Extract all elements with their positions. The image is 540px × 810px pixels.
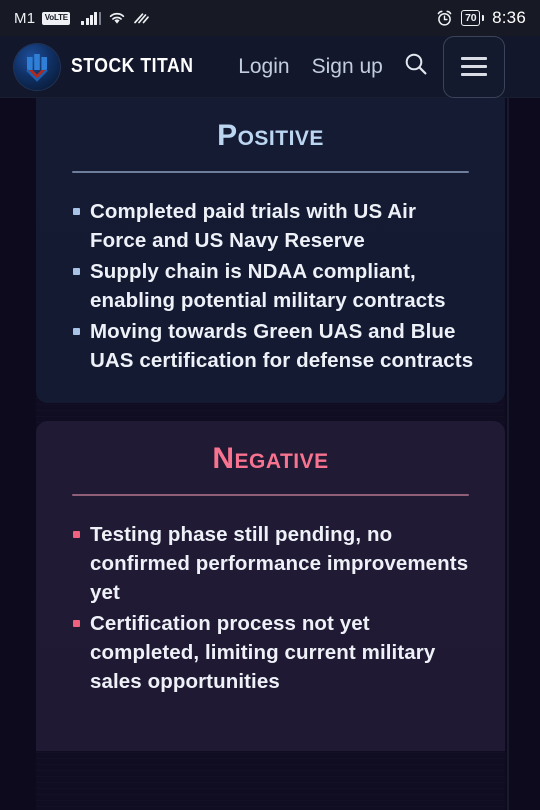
positive-points-list: Completed paid trials with US Air Force …	[64, 197, 477, 376]
brand-home-link[interactable]: STOCK TITAN	[14, 43, 210, 90]
list-item: Testing phase still pending, no confirme…	[64, 520, 477, 607]
wifi-icon	[108, 11, 126, 25]
brand-name-label: STOCK TITAN	[71, 55, 194, 77]
search-button[interactable]	[399, 50, 433, 84]
battery-level-label: 70	[461, 10, 481, 26]
hamburger-menu-icon	[460, 57, 487, 60]
page-viewport: Positive Completed paid trials with US A…	[0, 98, 540, 810]
negative-section-title: Negative	[212, 442, 329, 476]
app-header: STOCK TITAN Login Sign up	[0, 35, 540, 98]
content-column: Positive Completed paid trials with US A…	[36, 98, 505, 810]
list-item: Moving towards Green UAS and Blue UAS ce…	[64, 317, 477, 375]
list-item: Supply chain is NDAA compliant, enabling…	[64, 257, 477, 315]
login-link[interactable]: Login	[238, 55, 289, 79]
search-icon	[403, 51, 429, 82]
negative-points-list: Testing phase still pending, no confirme…	[64, 520, 477, 697]
header-nav: Login Sign up	[238, 55, 383, 79]
alarm-icon	[436, 10, 453, 27]
status-bar-left: M1 VoLTE	[14, 10, 150, 27]
hamburger-menu-button[interactable]	[442, 35, 505, 98]
volte-badge: VoLTE	[42, 11, 71, 25]
status-bar: M1 VoLTE 70 8:36	[0, 0, 540, 36]
battery-icon: 70	[461, 10, 485, 26]
negative-divider	[72, 493, 469, 496]
list-item: Certification process not yet completed,…	[64, 609, 477, 696]
list-item: Completed paid trials with US Air Force …	[64, 197, 477, 255]
signup-link[interactable]: Sign up	[312, 55, 383, 79]
status-bar-right: 70 8:36	[436, 8, 526, 28]
nfc-icon	[133, 11, 150, 25]
clock-label: 8:36	[492, 8, 526, 27]
positive-divider	[72, 170, 469, 173]
positive-section-title: Positive	[217, 119, 324, 152]
battery-cap	[481, 15, 485, 21]
scrollbar[interactable]	[507, 98, 509, 810]
positive-section-card: Positive Completed paid trials with US A…	[36, 98, 505, 404]
carrier-label: M1	[14, 9, 36, 27]
negative-section-card: Negative Testing phase still pending, no…	[36, 421, 505, 752]
stock-titan-logo-icon	[14, 43, 60, 90]
signal-bars-icon	[81, 11, 102, 25]
